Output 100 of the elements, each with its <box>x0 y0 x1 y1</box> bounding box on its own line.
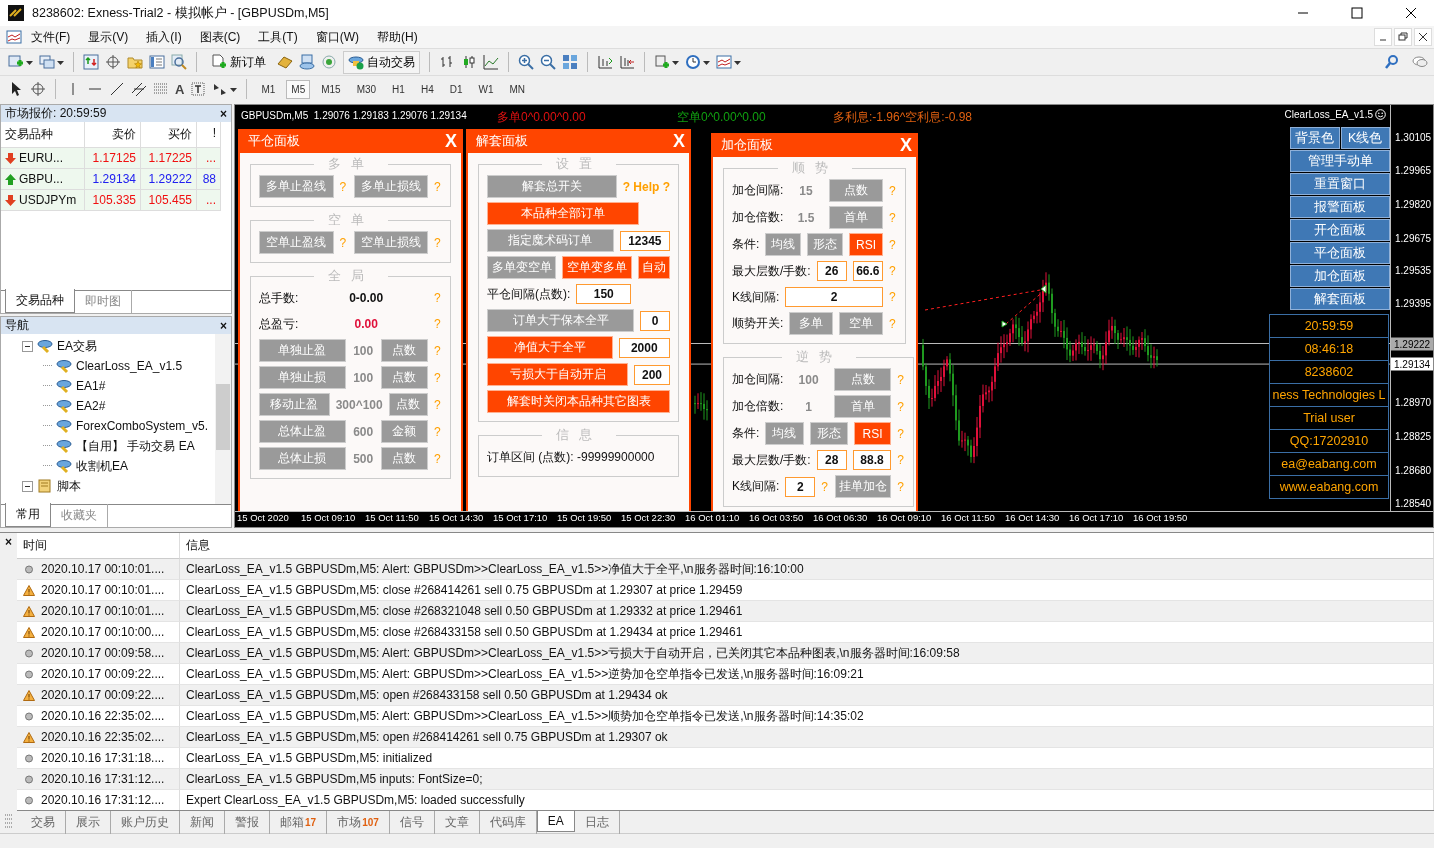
bar-chart-icon[interactable] <box>439 54 455 70</box>
scroll-icon[interactable] <box>597 54 613 70</box>
line-chart-icon[interactable] <box>483 54 499 70</box>
input-field[interactable]: 150 <box>576 284 632 304</box>
scrollbar[interactable] <box>215 334 231 504</box>
close-button[interactable]: × <box>220 318 227 333</box>
panel-button[interactable]: 空单 <box>839 312 883 335</box>
tree-item[interactable]: 【自用】 手动交易 EA <box>76 437 195 455</box>
list-window-icon[interactable] <box>149 54 165 70</box>
panel-button[interactable]: 本品种全部订单 <box>487 202 639 225</box>
timeframe-button[interactable]: M1 <box>256 79 281 99</box>
tree-item[interactable]: 脚本 <box>57 477 81 495</box>
chart-button[interactable]: 报警面板 <box>1290 196 1390 218</box>
chart-button[interactable]: 管理手动单 <box>1290 150 1390 172</box>
close-button[interactable]: X <box>445 130 457 152</box>
input-field[interactable]: 28 <box>816 450 847 470</box>
panel-button[interactable]: 订单大于保本全平 <box>487 309 634 332</box>
signal-icon[interactable] <box>321 54 337 70</box>
close-button[interactable]: X <box>900 134 912 156</box>
terminal-tab[interactable]: EA <box>536 811 575 832</box>
chart-button[interactable]: 平仓面板 <box>1290 242 1390 264</box>
chart-button[interactable]: 重置窗口 <box>1290 173 1390 195</box>
panel-button[interactable]: RSI <box>853 422 892 445</box>
panel-button[interactable]: 均线 <box>765 422 804 445</box>
input-field[interactable]: 26 <box>816 261 847 281</box>
panel-button[interactable]: 形态 <box>807 233 844 256</box>
magnifier-icon[interactable] <box>171 54 187 70</box>
minimize-icon[interactable] <box>1374 28 1392 46</box>
trend-line-drawing[interactable] <box>924 284 1047 328</box>
panel-button[interactable]: 净值大于全平 <box>487 336 613 359</box>
tile-icon[interactable] <box>562 54 578 70</box>
crosshair-icon[interactable] <box>30 81 46 97</box>
panel-button[interactable]: 单独止损 <box>259 366 346 389</box>
panel-button[interactable]: 金额 <box>380 420 428 443</box>
panel-button[interactable]: 挂单加仓 <box>835 475 892 498</box>
text-label-icon[interactable] <box>190 81 207 97</box>
auto-trading-button[interactable]: 自动交易 <box>343 50 420 74</box>
chart-button[interactable]: 解套面板 <box>1290 288 1390 310</box>
panel-button[interactable]: 总体止损 <box>259 447 346 470</box>
panel-button[interactable]: 多单变空单 <box>487 256 557 279</box>
symbol-cell[interactable]: USDJPYm <box>1 190 85 211</box>
panel-button[interactable]: 自动 <box>637 256 670 279</box>
panel-button[interactable]: 均线 <box>765 233 802 256</box>
panel-button[interactable]: 点数 <box>833 368 892 391</box>
new-order-button[interactable]: 新订单 <box>206 50 271 74</box>
menu-item[interactable]: 图表(C) <box>190 28 250 46</box>
panel-button[interactable]: 点数 <box>828 179 883 202</box>
restore-icon[interactable] <box>1394 28 1412 46</box>
panel-button[interactable]: 首单 <box>833 395 892 418</box>
panel-button[interactable]: 点数 <box>380 339 428 362</box>
input-field[interactable]: 0 <box>640 310 670 331</box>
panel-button[interactable]: 解套总开关 <box>487 175 617 198</box>
input-field[interactable]: 66.6 <box>852 261 883 281</box>
close-icon[interactable] <box>1414 28 1432 46</box>
timeframe-button[interactable]: H4 <box>415 79 439 99</box>
close-button[interactable]: × <box>220 106 227 121</box>
panel-button[interactable]: 亏损大于自动开启 <box>487 363 629 386</box>
timeframe-button[interactable]: M30 <box>351 79 382 99</box>
panel-button[interactable]: 指定魔术码订单 <box>487 229 614 252</box>
close-button[interactable]: X <box>673 130 685 152</box>
collapse-icon[interactable] <box>22 480 33 492</box>
tree-item[interactable]: ForexComboSystem_v5. <box>76 419 209 433</box>
input-field[interactable]: 2 <box>785 287 883 307</box>
chart-button[interactable]: 开仓面板 <box>1290 219 1390 241</box>
close-button[interactable]: × <box>5 535 12 549</box>
channel-icon[interactable] <box>131 81 147 97</box>
panel-button[interactable]: 点数 <box>388 393 428 416</box>
fibonacci-icon[interactable] <box>153 81 169 97</box>
panel-button[interactable]: 多单 <box>789 312 834 335</box>
folder-star-icon[interactable] <box>127 54 143 70</box>
timeframe-button[interactable]: MN <box>504 79 531 99</box>
input-field[interactable]: 88.8 <box>852 450 892 470</box>
timeframe-button[interactable]: W1 <box>473 79 499 99</box>
symbol-cell[interactable]: EURU... <box>1 148 85 169</box>
zoom-out-icon[interactable] <box>540 54 556 70</box>
tree-item[interactable]: EA交易 <box>57 337 97 355</box>
chat-icon[interactable] <box>1412 54 1428 70</box>
menu-item[interactable]: 窗口(W) <box>306 28 368 46</box>
menu-item[interactable]: 帮助(H) <box>368 28 427 46</box>
candle-icon[interactable] <box>461 54 477 70</box>
panel-button[interactable]: 总体止盈 <box>259 420 346 443</box>
search-icon[interactable] <box>1384 54 1400 70</box>
clock-icon[interactable] <box>685 54 701 70</box>
panel-button[interactable]: 点数 <box>380 366 428 389</box>
crosshair-icon[interactable] <box>105 54 121 70</box>
chart-button[interactable]: 背景色 <box>1290 127 1340 149</box>
tree-item[interactable]: EA1# <box>76 379 106 393</box>
panel-button[interactable]: 单独止盈 <box>259 339 346 362</box>
panel-button[interactable]: 移动止盈 <box>259 393 330 416</box>
input-field[interactable]: 2000 <box>618 337 670 358</box>
trend-line-icon[interactable] <box>109 81 125 97</box>
chart-button[interactable]: K线色 <box>1340 127 1390 149</box>
zoom-in-icon[interactable] <box>518 54 534 70</box>
panel-button[interactable]: 首单 <box>828 206 883 229</box>
menu-item[interactable]: 工具(T) <box>249 28 307 46</box>
text-tool[interactable]: A <box>175 81 185 97</box>
panel-button[interactable]: 形态 <box>809 422 848 445</box>
panel-button[interactable]: 解套时关闭本品种其它图表 <box>487 390 670 413</box>
shift-icon[interactable] <box>619 54 635 70</box>
timeframe-button[interactable]: M5 <box>286 79 311 99</box>
